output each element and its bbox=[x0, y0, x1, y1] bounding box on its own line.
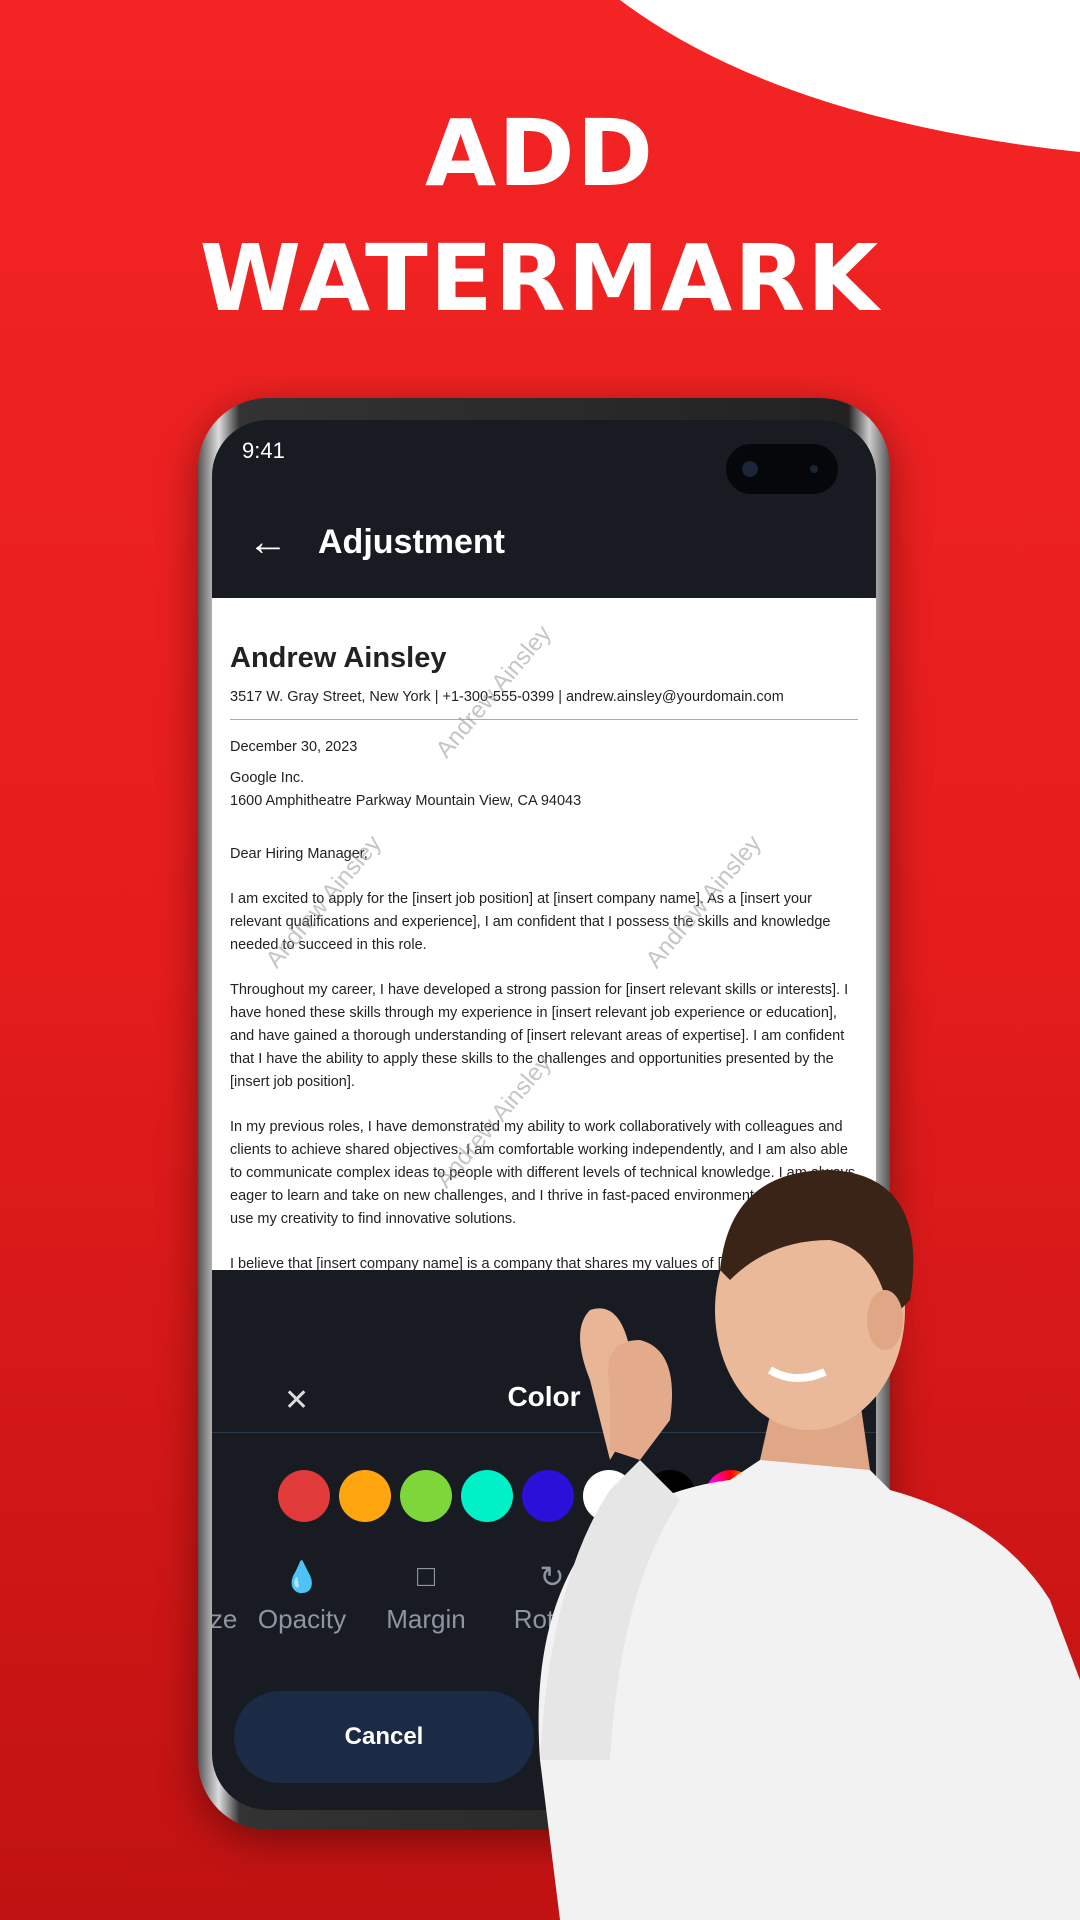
doc-date: December 30, 2023 bbox=[230, 739, 358, 755]
tool-label: Size bbox=[212, 1604, 238, 1634]
headline-line2: WATERMARK bbox=[199, 225, 881, 332]
color-swatch[interactable] bbox=[278, 1470, 330, 1522]
arrow-left-icon[interactable]: ← bbox=[248, 520, 288, 565]
doc-paragraph: I am excited to apply for the [insert jo… bbox=[230, 891, 831, 953]
doc-greeting: Dear Hiring Manager, bbox=[230, 846, 368, 862]
camera-cutout bbox=[726, 444, 838, 494]
color-swatch[interactable] bbox=[461, 1470, 513, 1522]
doc-divider bbox=[230, 719, 858, 720]
doc-contact: 3517 W. Gray Street, New York | +1-300-5… bbox=[230, 689, 784, 705]
close-icon[interactable]: ✕ bbox=[284, 1383, 309, 1418]
color-swatch[interactable] bbox=[400, 1470, 452, 1522]
tool-label: Opacity bbox=[257, 1604, 347, 1634]
tool-opacity[interactable]: 💧 Opacity bbox=[242, 1560, 362, 1635]
doc-name: Andrew Ainsley bbox=[230, 642, 447, 674]
headline-line1: ADD bbox=[425, 100, 655, 207]
cancel-button[interactable]: Cancel bbox=[234, 1691, 534, 1783]
color-swatch[interactable] bbox=[339, 1470, 391, 1522]
status-time: 9:41 bbox=[242, 438, 285, 463]
page-title: Adjustment bbox=[318, 523, 505, 561]
app-header: ← Adjustment bbox=[248, 520, 505, 565]
tool-margin[interactable]: □ Margin bbox=[366, 1560, 486, 1635]
doc-address: 1600 Amphitheatre Parkway Mountain View,… bbox=[230, 793, 582, 809]
margin-icon: □ bbox=[416, 1560, 436, 1593]
opacity-drop-icon: 💧 bbox=[283, 1561, 321, 1594]
person-image bbox=[538, 1170, 1080, 1920]
doc-company: Google Inc. bbox=[230, 770, 305, 786]
doc-paragraph: Throughout my career, I have developed a… bbox=[230, 982, 849, 1090]
tool-label: Margin bbox=[386, 1604, 466, 1634]
